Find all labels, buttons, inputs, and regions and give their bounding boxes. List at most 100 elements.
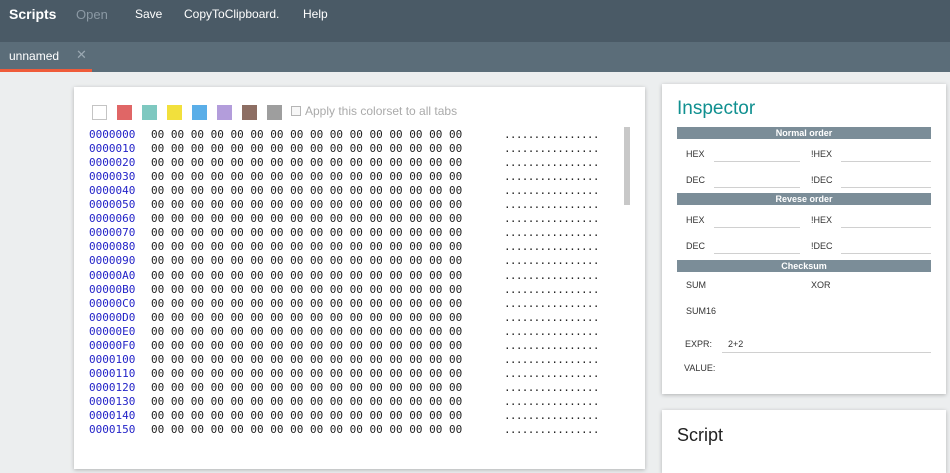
hex-address[interactable]: 00000D0 <box>89 311 135 324</box>
hex-address[interactable]: 0000130 <box>89 395 135 408</box>
hex-address[interactable]: 0000140 <box>89 409 135 422</box>
hex-bytes[interactable]: 00 00 00 00 00 00 00 00 00 00 00 00 00 0… <box>151 353 462 366</box>
hex-bytes[interactable]: 00 00 00 00 00 00 00 00 00 00 00 00 00 0… <box>151 240 462 253</box>
color-swatch[interactable] <box>142 105 157 120</box>
normal-not-dec-label: !DEC <box>811 175 833 185</box>
hex-ascii[interactable]: ................ <box>504 409 599 422</box>
hex-bytes[interactable]: 00 00 00 00 00 00 00 00 00 00 00 00 00 0… <box>151 198 462 211</box>
hex-address[interactable]: 00000A0 <box>89 269 135 282</box>
hex-ascii[interactable]: ................ <box>504 254 599 267</box>
hex-bytes[interactable]: 00 00 00 00 00 00 00 00 00 00 00 00 00 0… <box>151 212 462 225</box>
hex-ascii[interactable]: ................ <box>504 423 599 436</box>
hex-ascii[interactable]: ................ <box>504 283 599 296</box>
reverse-not-dec-field[interactable] <box>841 237 931 254</box>
hex-ascii[interactable]: ................ <box>504 142 599 155</box>
hex-ascii[interactable]: ................ <box>504 240 599 253</box>
checksum-sum16-label: SUM16 <box>686 306 717 316</box>
hex-address[interactable]: 0000150 <box>89 423 135 436</box>
hex-bytes[interactable]: 00 00 00 00 00 00 00 00 00 00 00 00 00 0… <box>151 297 462 310</box>
hex-ascii[interactable]: ................ <box>504 170 599 183</box>
hex-ascii[interactable]: ................ <box>504 226 599 239</box>
expr-input[interactable] <box>722 336 931 353</box>
hex-ascii[interactable]: ................ <box>504 395 599 408</box>
tab-label[interactable]: unnamed <box>9 49 59 63</box>
hex-address[interactable]: 0000030 <box>89 170 135 183</box>
menu-help[interactable]: Help <box>303 7 328 21</box>
hex-ascii[interactable]: ................ <box>504 353 599 366</box>
hex-ascii[interactable]: ................ <box>504 297 599 310</box>
hex-address[interactable]: 00000C0 <box>89 297 135 310</box>
reverse-not-hex-field[interactable] <box>841 211 931 228</box>
hex-ascii[interactable]: ................ <box>504 325 599 338</box>
hex-address[interactable]: 0000100 <box>89 353 135 366</box>
hex-bytes[interactable]: 00 00 00 00 00 00 00 00 00 00 00 00 00 0… <box>151 170 462 183</box>
hex-ascii[interactable]: ................ <box>504 367 599 380</box>
reverse-dec-field[interactable] <box>714 237 800 254</box>
hex-ascii[interactable]: ................ <box>504 128 599 141</box>
hex-address[interactable]: 0000050 <box>89 198 135 211</box>
apply-colorset-label[interactable]: Apply this colorset to all tabs <box>305 104 457 118</box>
hex-bytes[interactable]: 00 00 00 00 00 00 00 00 00 00 00 00 00 0… <box>151 184 462 197</box>
reverse-hex-field[interactable] <box>714 211 800 228</box>
reverse-not-hex-label: !HEX <box>811 215 833 225</box>
hex-bytes[interactable]: 00 00 00 00 00 00 00 00 00 00 00 00 00 0… <box>151 142 462 155</box>
hex-bytes[interactable]: 00 00 00 00 00 00 00 00 00 00 00 00 00 0… <box>151 254 462 267</box>
color-swatch[interactable] <box>217 105 232 120</box>
close-icon[interactable]: ✕ <box>76 47 87 63</box>
hex-address[interactable]: 00000E0 <box>89 325 135 338</box>
normal-not-hex-field[interactable] <box>841 145 931 162</box>
hex-address[interactable]: 00000F0 <box>89 339 135 352</box>
hex-address[interactable]: 0000080 <box>89 240 135 253</box>
tab-unnamed[interactable]: unnamed ✕ <box>0 42 92 72</box>
hex-address[interactable]: 0000060 <box>89 212 135 225</box>
hex-ascii[interactable]: ................ <box>504 184 599 197</box>
hex-bytes[interactable]: 00 00 00 00 00 00 00 00 00 00 00 00 00 0… <box>151 409 462 422</box>
hex-bytes[interactable]: 00 00 00 00 00 00 00 00 00 00 00 00 00 0… <box>151 381 462 394</box>
hex-address[interactable]: 00000B0 <box>89 283 135 296</box>
menu-save[interactable]: Save <box>135 7 162 21</box>
tab-bar: unnamed ✕ <box>0 42 950 72</box>
hex-ascii[interactable]: ................ <box>504 339 599 352</box>
hex-ascii[interactable]: ................ <box>504 212 599 225</box>
hex-bytes[interactable]: 00 00 00 00 00 00 00 00 00 00 00 00 00 0… <box>151 226 462 239</box>
hex-address[interactable]: 0000070 <box>89 226 135 239</box>
hex-bytes[interactable]: 00 00 00 00 00 00 00 00 00 00 00 00 00 0… <box>151 367 462 380</box>
hex-address[interactable]: 0000020 <box>89 156 135 169</box>
hex-bytes[interactable]: 00 00 00 00 00 00 00 00 00 00 00 00 00 0… <box>151 128 462 141</box>
color-swatch[interactable] <box>242 105 257 120</box>
hex-scrollbar-thumb[interactable] <box>624 127 630 205</box>
hex-ascii[interactable]: ................ <box>504 381 599 394</box>
hex-ascii[interactable]: ................ <box>504 311 599 324</box>
hex-address[interactable]: 0000090 <box>89 254 135 267</box>
hex-bytes[interactable]: 00 00 00 00 00 00 00 00 00 00 00 00 00 0… <box>151 156 462 169</box>
hex-bytes[interactable]: 00 00 00 00 00 00 00 00 00 00 00 00 00 0… <box>151 283 462 296</box>
hex-address[interactable]: 0000040 <box>89 184 135 197</box>
menu-copy-to-clipboard[interactable]: CopyToClipboard. <box>184 7 279 21</box>
hex-bytes[interactable]: 00 00 00 00 00 00 00 00 00 00 00 00 00 0… <box>151 311 462 324</box>
hex-address[interactable]: 0000110 <box>89 367 135 380</box>
normal-dec-field[interactable] <box>714 171 800 188</box>
normal-hex-field[interactable] <box>714 145 800 162</box>
inspector-title: Inspector <box>677 98 756 119</box>
top-menu-bar: Scripts Open Save CopyToClipboard. Help <box>0 0 950 42</box>
hex-address[interactable]: 0000010 <box>89 142 135 155</box>
hex-ascii[interactable]: ................ <box>504 269 599 282</box>
menu-open[interactable]: Open <box>76 7 108 22</box>
color-swatch[interactable] <box>92 105 107 120</box>
hex-ascii[interactable]: ................ <box>504 156 599 169</box>
color-swatch[interactable] <box>267 105 282 120</box>
hex-bytes[interactable]: 00 00 00 00 00 00 00 00 00 00 00 00 00 0… <box>151 339 462 352</box>
hex-ascii[interactable]: ................ <box>504 198 599 211</box>
hex-bytes[interactable]: 00 00 00 00 00 00 00 00 00 00 00 00 00 0… <box>151 395 462 408</box>
hex-address[interactable]: 0000120 <box>89 381 135 394</box>
color-swatch[interactable] <box>192 105 207 120</box>
app-brand[interactable]: Scripts <box>9 6 56 22</box>
normal-not-dec-field[interactable] <box>841 171 931 188</box>
hex-bytes[interactable]: 00 00 00 00 00 00 00 00 00 00 00 00 00 0… <box>151 269 462 282</box>
color-swatch[interactable] <box>167 105 182 120</box>
hex-address[interactable]: 0000000 <box>89 128 135 141</box>
apply-colorset-checkbox[interactable] <box>291 106 301 116</box>
hex-bytes[interactable]: 00 00 00 00 00 00 00 00 00 00 00 00 00 0… <box>151 423 462 436</box>
hex-bytes[interactable]: 00 00 00 00 00 00 00 00 00 00 00 00 00 0… <box>151 325 462 338</box>
color-swatch[interactable] <box>117 105 132 120</box>
